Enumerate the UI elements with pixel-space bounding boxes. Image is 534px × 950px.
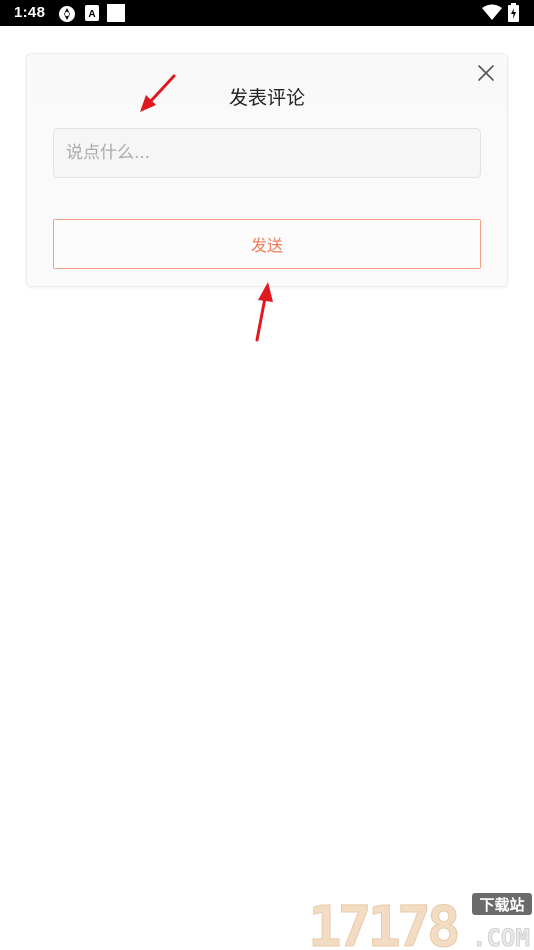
status-bar: 1:48 A [0,0,534,26]
send-button-label: 发送 [250,236,283,255]
annotation-arrow-send [255,282,273,342]
page: 发表评论 发送 17178 下载站 .COM [0,26,534,950]
close-icon [478,65,494,81]
watermark-tag: 下载站 [479,896,524,914]
watermark-logo: 17178 下载站 .COM [308,893,532,950]
watermark-number: 17178 [308,895,458,950]
svg-text:A: A [88,9,95,20]
white-square-icon [107,4,125,27]
comment-input[interactable] [53,128,481,178]
watermark-domain: .COM [472,924,530,950]
status-time: 1:48 [14,4,46,21]
annotation-arrow-title [140,74,176,112]
wifi-icon [482,4,502,26]
dialog-title: 发表评论 [228,87,305,109]
a-box-icon: A [85,5,99,26]
settings-sync-icon [58,5,76,28]
send-button[interactable]: 发送 [53,219,481,269]
battery-icon [508,3,519,27]
close-button[interactable] [476,63,496,83]
